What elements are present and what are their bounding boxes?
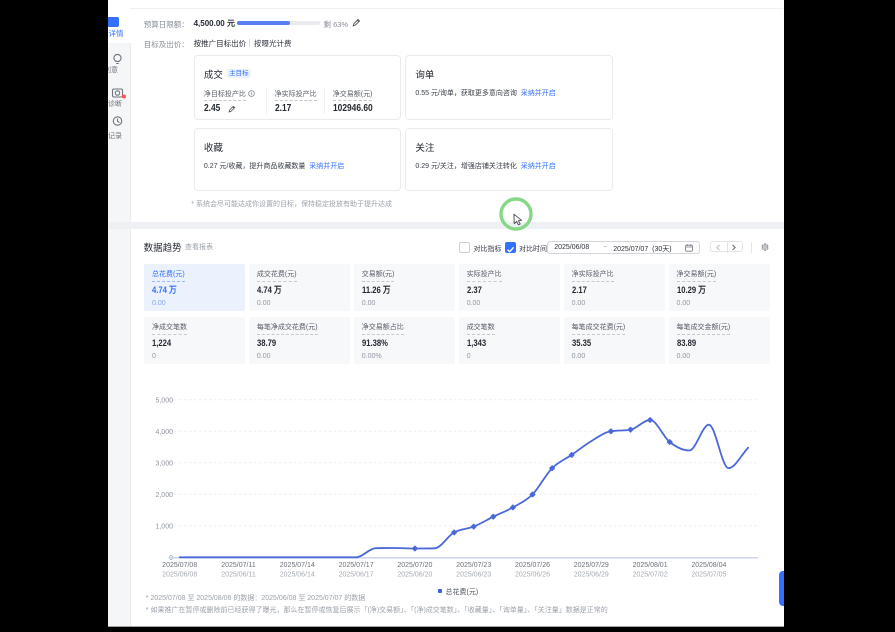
svg-text:5,000: 5,000 <box>155 397 173 404</box>
svg-text:4,000: 4,000 <box>155 429 173 436</box>
svg-text:2025/07/05: 2025/07/05 <box>691 571 726 578</box>
svg-text:2025/07/08: 2025/07/08 <box>162 562 197 569</box>
svg-text:2025/06/14: 2025/06/14 <box>280 571 315 578</box>
svg-text:2025/08/04: 2025/08/04 <box>691 562 726 569</box>
svg-text:2025/08/01: 2025/08/01 <box>633 562 668 569</box>
svg-text:2025/06/11: 2025/06/11 <box>221 571 256 578</box>
svg-text:2025/07/23: 2025/07/23 <box>456 562 491 569</box>
svg-text:2025/07/26: 2025/07/26 <box>515 562 550 569</box>
svg-text:2025/06/23: 2025/06/23 <box>456 571 491 578</box>
svg-text:3,000: 3,000 <box>155 460 173 467</box>
svg-text:2025/06/17: 2025/06/17 <box>339 571 374 578</box>
svg-text:2025/06/26: 2025/06/26 <box>515 571 550 578</box>
svg-text:2025/06/29: 2025/06/29 <box>574 571 609 578</box>
svg-text:2025/07/17: 2025/07/17 <box>339 562 374 569</box>
svg-text:2025/07/14: 2025/07/14 <box>280 562 315 569</box>
svg-text:2025/07/11: 2025/07/11 <box>221 562 256 569</box>
svg-text:2025/06/20: 2025/06/20 <box>397 571 432 578</box>
svg-text:2025/07/02: 2025/07/02 <box>633 571 668 578</box>
svg-text:2025/06/08: 2025/06/08 <box>162 571 197 578</box>
svg-text:2025/07/29: 2025/07/29 <box>574 562 609 569</box>
svg-text:2025/07/20: 2025/07/20 <box>397 562 432 569</box>
svg-text:1,000: 1,000 <box>155 523 173 530</box>
svg-text:2,000: 2,000 <box>155 492 173 499</box>
